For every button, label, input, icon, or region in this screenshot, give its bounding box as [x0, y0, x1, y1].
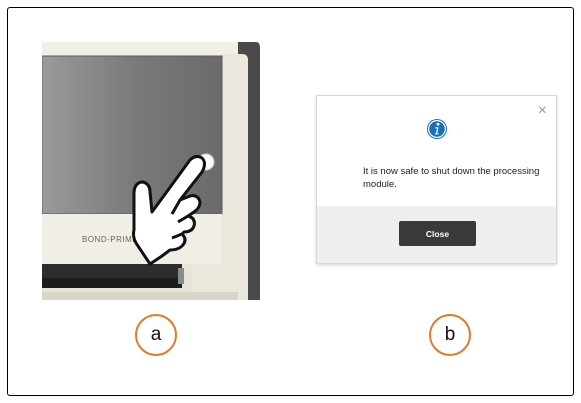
device-brand-label: BOND-PRIME — [82, 235, 138, 244]
shutdown-dialog: × It is now safe to shut down the proces… — [316, 95, 557, 264]
callout-a: a — [135, 314, 177, 356]
close-button[interactable]: Close — [399, 221, 476, 246]
processing-module-illustration: BOND-PRIME — [42, 42, 260, 300]
close-icon[interactable]: × — [538, 103, 547, 119]
dialog-message: It is now safe to shut down the processi… — [363, 166, 540, 190]
callout-b: b — [429, 314, 471, 356]
dialog-footer: Close — [317, 206, 556, 263]
info-icon — [427, 119, 447, 139]
